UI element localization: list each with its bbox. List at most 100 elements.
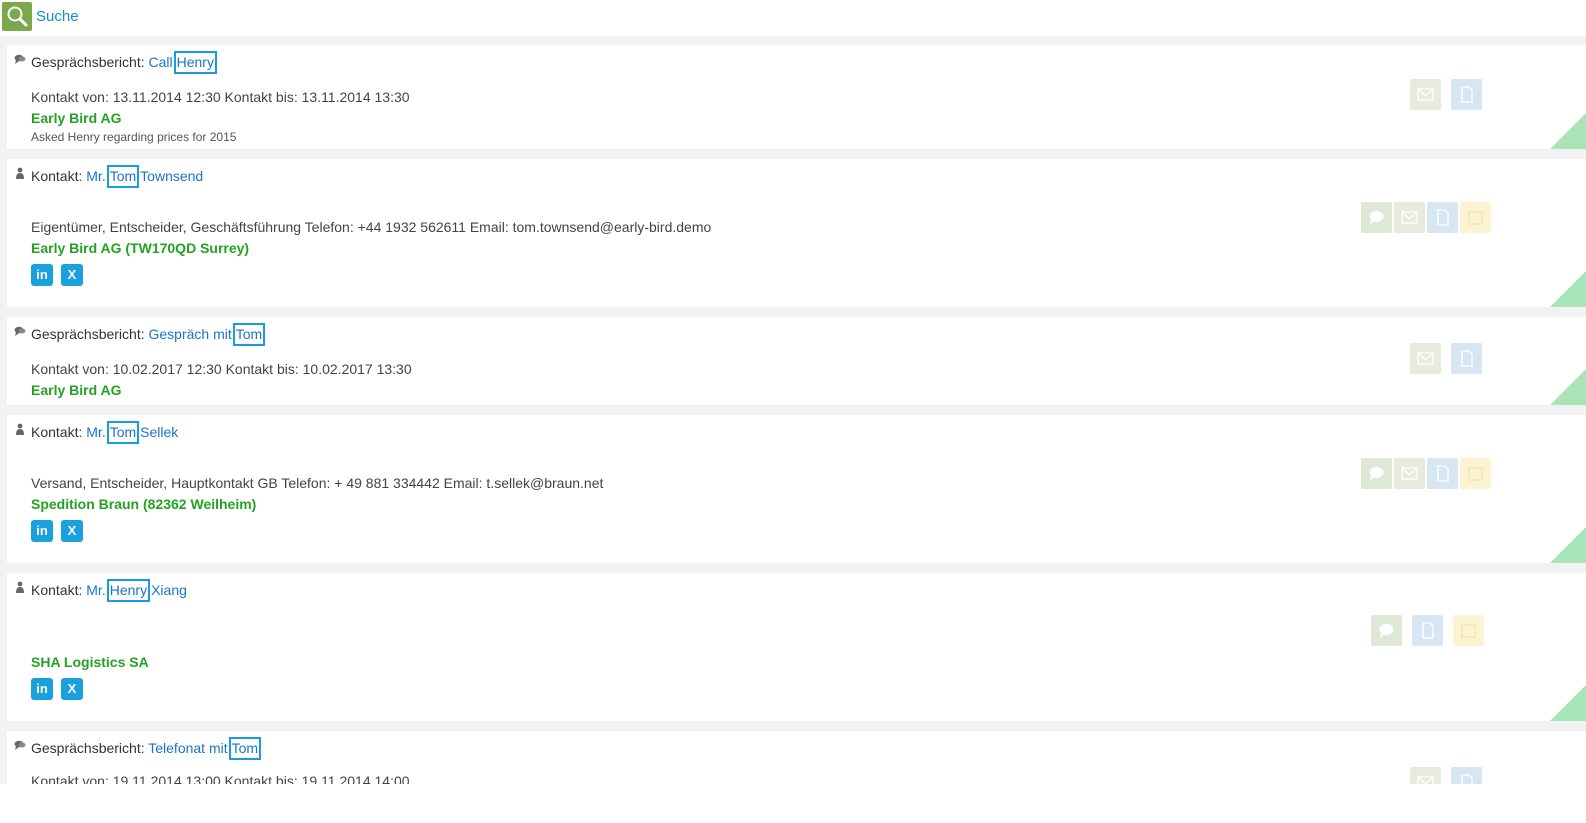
calendar-icon xyxy=(1461,624,1476,638)
pdf-icon xyxy=(1437,465,1449,482)
result-card-contact: Kontakt: Mr. Henry Xiang SHA Logistics SA … xyxy=(7,573,1586,721)
speech-bubble-icon xyxy=(14,326,26,336)
result-type-label: Gesprächsbericht: xyxy=(31,740,145,756)
chat-icon xyxy=(1369,211,1384,225)
calendar-icon xyxy=(1468,467,1483,481)
linkedin-icon[interactable]: in xyxy=(31,520,53,542)
person-icon xyxy=(16,167,24,179)
result-header: Gesprächsbericht: Gespräch mit Tom xyxy=(31,323,266,346)
pdf-button[interactable] xyxy=(1412,615,1443,646)
comment-button[interactable] xyxy=(1361,458,1392,489)
pdf-button[interactable] xyxy=(1451,767,1482,784)
result-header: Gesprächsbericht: Telefonat mit Tom xyxy=(31,737,262,760)
magnifier-icon xyxy=(7,6,28,27)
corner-marker xyxy=(1550,271,1586,307)
speech-bubble-icon xyxy=(14,740,26,750)
result-actions xyxy=(1410,79,1482,110)
result-title-link[interactable]: Mr. Tom Townsend xyxy=(86,165,203,188)
search-highlight: Tom xyxy=(106,421,140,444)
mail-button[interactable] xyxy=(1410,767,1441,784)
result-card-call-report: Gesprächsbericht: Gespräch mit Tom Kontak… xyxy=(7,317,1586,405)
result-title-link[interactable]: Mr. Tom Sellek xyxy=(86,421,178,444)
linkedin-icon[interactable]: in xyxy=(31,264,53,286)
mail-button[interactable] xyxy=(1410,343,1441,374)
corner-marker xyxy=(1550,113,1586,149)
company-link[interactable]: Early Bird AG xyxy=(31,382,122,398)
pdf-icon xyxy=(1437,209,1449,226)
corner-marker xyxy=(1550,369,1586,405)
envelope-icon xyxy=(1417,776,1434,784)
mail-button[interactable] xyxy=(1394,458,1425,489)
envelope-icon xyxy=(1417,88,1434,101)
person-icon xyxy=(16,581,24,593)
company-link[interactable]: SHA Logistics SA xyxy=(31,654,149,670)
result-title-link[interactable]: Gespräch mit Tom xyxy=(149,323,267,346)
result-actions xyxy=(1410,343,1482,374)
result-card-call-report: Gesprächsbericht: Call Henry Kontakt von:… xyxy=(7,45,1586,149)
linkedin-icon[interactable]: in xyxy=(31,678,53,700)
pdf-icon xyxy=(1422,622,1434,639)
pdf-button[interactable] xyxy=(1427,202,1458,233)
search-highlight: Henry xyxy=(173,51,217,74)
company-link[interactable]: Spedition Braun (82362 Weilheim) xyxy=(31,496,256,512)
contact-details: Versand, Entscheider, Hauptkontakt GB Te… xyxy=(31,475,604,491)
envelope-icon xyxy=(1401,467,1418,480)
result-card-contact: Kontakt: Mr. Tom Sellek Versand, Entscheid… xyxy=(7,415,1586,563)
result-note: Asked Henry regarding prices for 2015 xyxy=(31,130,237,144)
result-header: Kontakt: Mr. Tom Sellek xyxy=(31,421,178,444)
result-header: Kontakt: Mr. Henry Xiang xyxy=(31,579,187,602)
result-actions xyxy=(1361,458,1491,489)
xing-icon[interactable]: X xyxy=(61,520,83,542)
result-title-link[interactable]: Mr. Henry Xiang xyxy=(86,579,187,602)
mail-button[interactable] xyxy=(1410,79,1441,110)
envelope-icon xyxy=(1401,211,1418,224)
chat-icon xyxy=(1369,467,1384,481)
contact-time: Kontakt von: 13.11.2014 12:30 Kontakt bi… xyxy=(31,89,410,105)
result-title-link[interactable]: Telefonat mit Tom xyxy=(148,737,262,760)
chat-icon xyxy=(1379,624,1394,638)
search-highlight: Tom xyxy=(106,165,140,188)
result-type-label: Gesprächsbericht: xyxy=(31,326,145,342)
result-header: Gesprächsbericht: Call Henry xyxy=(31,51,218,74)
calendar-button[interactable] xyxy=(1460,458,1491,489)
result-title-link[interactable]: Call Henry xyxy=(149,51,218,74)
corner-marker xyxy=(1550,685,1586,721)
search-highlight: Henry xyxy=(106,579,151,602)
corner-marker xyxy=(1550,527,1586,563)
speech-bubble-icon xyxy=(14,54,26,64)
xing-icon[interactable]: X xyxy=(61,678,83,700)
search-highlight: Tom xyxy=(232,323,266,346)
pdf-icon xyxy=(1461,774,1473,784)
pdf-button[interactable] xyxy=(1451,79,1482,110)
top-bar: Suche xyxy=(0,0,1586,34)
calendar-button[interactable] xyxy=(1460,202,1491,233)
pdf-icon xyxy=(1461,350,1473,367)
envelope-icon xyxy=(1417,352,1434,365)
result-actions xyxy=(1410,767,1482,784)
company-link[interactable]: Early Bird AG xyxy=(31,110,122,126)
calendar-button[interactable] xyxy=(1453,615,1484,646)
pdf-icon xyxy=(1461,86,1473,103)
comment-button[interactable] xyxy=(1361,202,1392,233)
comment-button[interactable] xyxy=(1371,615,1402,646)
calendar-icon xyxy=(1468,211,1483,225)
result-card-call-report: Gesprächsbericht: Telefonat mit Tom Konta… xyxy=(7,731,1586,784)
result-type-label: Gesprächsbericht: xyxy=(31,54,145,70)
result-card-contact: Kontakt: Mr. Tom Townsend Eigentümer, Ents… xyxy=(7,159,1586,307)
search-button[interactable] xyxy=(2,2,32,31)
results-list: Gesprächsbericht: Call Henry Kontakt von:… xyxy=(0,36,1586,784)
contact-time: Kontakt von: 10.02.2017 12:30 Kontakt bi… xyxy=(31,361,412,377)
pdf-button[interactable] xyxy=(1451,343,1482,374)
result-actions xyxy=(1361,202,1491,233)
xing-icon[interactable]: X xyxy=(61,264,83,286)
contact-time: Kontakt von: 19.11.2014 13:00 Kontakt bi… xyxy=(31,773,410,784)
result-actions xyxy=(1371,615,1484,646)
result-type-label: Kontakt: xyxy=(31,582,83,598)
pdf-button[interactable] xyxy=(1427,458,1458,489)
search-link[interactable]: Suche xyxy=(36,8,79,25)
search-highlight: Tom xyxy=(228,737,262,760)
mail-button[interactable] xyxy=(1394,202,1425,233)
result-type-label: Kontakt: xyxy=(31,424,83,440)
contact-details: Eigentümer, Entscheider, Geschäftsführun… xyxy=(31,219,712,235)
company-link[interactable]: Early Bird AG (TW170QD Surrey) xyxy=(31,240,249,256)
